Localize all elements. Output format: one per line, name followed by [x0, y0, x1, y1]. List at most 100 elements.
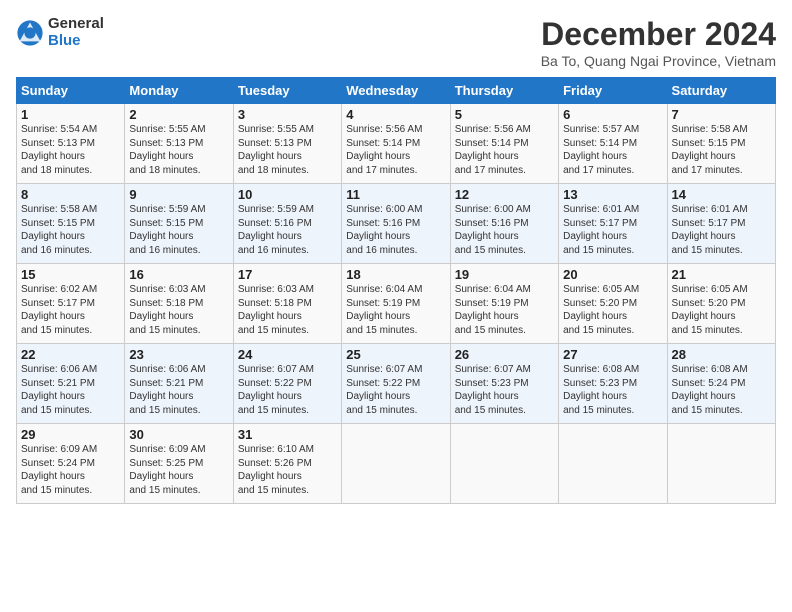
calendar-cell: 18 Sunrise: 6:04 AMSunset: 5:19 PMDaylig… — [342, 264, 450, 344]
page-container: General Blue December 2024 Ba To, Quang … — [0, 0, 792, 512]
day-info: Sunrise: 6:06 AMSunset: 5:21 PMDaylight … — [129, 364, 205, 416]
day-number: 5 — [455, 107, 554, 122]
day-info: Sunrise: 5:58 AMSunset: 5:15 PMDaylight … — [672, 124, 748, 176]
day-number: 12 — [455, 187, 554, 202]
calendar-cell: 7 Sunrise: 5:58 AMSunset: 5:15 PMDayligh… — [667, 104, 775, 184]
day-number: 29 — [21, 427, 120, 442]
day-number: 20 — [563, 267, 662, 282]
header-row: Sunday Monday Tuesday Wednesday Thursday… — [17, 78, 776, 104]
day-number: 1 — [21, 107, 120, 122]
day-number: 6 — [563, 107, 662, 122]
day-number: 2 — [129, 107, 228, 122]
day-number: 19 — [455, 267, 554, 282]
day-info: Sunrise: 6:04 AMSunset: 5:19 PMDaylight … — [455, 284, 531, 336]
day-number: 26 — [455, 347, 554, 362]
logo-icon — [16, 19, 44, 47]
day-info: Sunrise: 6:05 AMSunset: 5:20 PMDaylight … — [672, 284, 748, 336]
day-info: Sunrise: 6:03 AMSunset: 5:18 PMDaylight … — [129, 284, 205, 336]
calendar-cell: 10 Sunrise: 5:59 AMSunset: 5:16 PMDaylig… — [233, 184, 341, 264]
day-info: Sunrise: 6:00 AMSunset: 5:16 PMDaylight … — [455, 204, 531, 256]
day-info: Sunrise: 6:10 AMSunset: 5:26 PMDaylight … — [238, 444, 314, 496]
day-info: Sunrise: 5:56 AMSunset: 5:14 PMDaylight … — [455, 124, 531, 176]
calendar-week-2: 8 Sunrise: 5:58 AMSunset: 5:15 PMDayligh… — [17, 184, 776, 264]
calendar-cell: 5 Sunrise: 5:56 AMSunset: 5:14 PMDayligh… — [450, 104, 558, 184]
day-number: 7 — [672, 107, 771, 122]
col-thursday: Thursday — [450, 78, 558, 104]
day-info: Sunrise: 5:59 AMSunset: 5:16 PMDaylight … — [238, 204, 314, 256]
calendar-cell: 29 Sunrise: 6:09 AMSunset: 5:24 PMDaylig… — [17, 424, 125, 504]
day-info: Sunrise: 5:56 AMSunset: 5:14 PMDaylight … — [346, 124, 422, 176]
month-title: December 2024 — [541, 16, 776, 53]
day-info: Sunrise: 6:05 AMSunset: 5:20 PMDaylight … — [563, 284, 639, 336]
day-info: Sunrise: 6:03 AMSunset: 5:18 PMDaylight … — [238, 284, 314, 336]
day-number: 14 — [672, 187, 771, 202]
day-number: 22 — [21, 347, 120, 362]
header: General Blue December 2024 Ba To, Quang … — [16, 16, 776, 69]
col-saturday: Saturday — [667, 78, 775, 104]
day-info: Sunrise: 6:07 AMSunset: 5:22 PMDaylight … — [238, 364, 314, 416]
day-info: Sunrise: 6:09 AMSunset: 5:25 PMDaylight … — [129, 444, 205, 496]
day-number: 4 — [346, 107, 445, 122]
day-number: 11 — [346, 187, 445, 202]
calendar-week-3: 15 Sunrise: 6:02 AMSunset: 5:17 PMDaylig… — [17, 264, 776, 344]
day-info: Sunrise: 5:55 AMSunset: 5:13 PMDaylight … — [129, 124, 205, 176]
day-number: 31 — [238, 427, 337, 442]
day-number: 25 — [346, 347, 445, 362]
calendar-cell: 25 Sunrise: 6:07 AMSunset: 5:22 PMDaylig… — [342, 344, 450, 424]
calendar-cell: 9 Sunrise: 5:59 AMSunset: 5:15 PMDayligh… — [125, 184, 233, 264]
calendar-cell: 13 Sunrise: 6:01 AMSunset: 5:17 PMDaylig… — [559, 184, 667, 264]
title-block: December 2024 Ba To, Quang Ngai Province… — [541, 16, 776, 69]
day-number: 16 — [129, 267, 228, 282]
day-number: 13 — [563, 187, 662, 202]
day-number: 21 — [672, 267, 771, 282]
day-number: 17 — [238, 267, 337, 282]
calendar-cell: 20 Sunrise: 6:05 AMSunset: 5:20 PMDaylig… — [559, 264, 667, 344]
calendar-week-4: 22 Sunrise: 6:06 AMSunset: 5:21 PMDaylig… — [17, 344, 776, 424]
calendar-cell: 21 Sunrise: 6:05 AMSunset: 5:20 PMDaylig… — [667, 264, 775, 344]
logo-general: General — [48, 16, 104, 33]
calendar-cell: 28 Sunrise: 6:08 AMSunset: 5:24 PMDaylig… — [667, 344, 775, 424]
calendar-cell: 17 Sunrise: 6:03 AMSunset: 5:18 PMDaylig… — [233, 264, 341, 344]
day-number: 10 — [238, 187, 337, 202]
calendar-cell — [559, 424, 667, 504]
day-info: Sunrise: 5:55 AMSunset: 5:13 PMDaylight … — [238, 124, 314, 176]
day-number: 23 — [129, 347, 228, 362]
logo: General Blue — [16, 16, 104, 49]
day-info: Sunrise: 5:59 AMSunset: 5:15 PMDaylight … — [129, 204, 205, 256]
calendar-table: Sunday Monday Tuesday Wednesday Thursday… — [16, 77, 776, 504]
day-info: Sunrise: 6:07 AMSunset: 5:23 PMDaylight … — [455, 364, 531, 416]
day-info: Sunrise: 6:06 AMSunset: 5:21 PMDaylight … — [21, 364, 97, 416]
calendar-week-1: 1 Sunrise: 5:54 AMSunset: 5:13 PMDayligh… — [17, 104, 776, 184]
day-number: 27 — [563, 347, 662, 362]
day-number: 3 — [238, 107, 337, 122]
logo-blue: Blue — [48, 33, 104, 50]
calendar-cell: 12 Sunrise: 6:00 AMSunset: 5:16 PMDaylig… — [450, 184, 558, 264]
calendar-cell: 11 Sunrise: 6:00 AMSunset: 5:16 PMDaylig… — [342, 184, 450, 264]
calendar-cell: 22 Sunrise: 6:06 AMSunset: 5:21 PMDaylig… — [17, 344, 125, 424]
calendar-cell: 16 Sunrise: 6:03 AMSunset: 5:18 PMDaylig… — [125, 264, 233, 344]
day-number: 18 — [346, 267, 445, 282]
day-number: 24 — [238, 347, 337, 362]
calendar-cell: 24 Sunrise: 6:07 AMSunset: 5:22 PMDaylig… — [233, 344, 341, 424]
day-number: 9 — [129, 187, 228, 202]
logo-text: General Blue — [48, 16, 104, 49]
day-info: Sunrise: 6:07 AMSunset: 5:22 PMDaylight … — [346, 364, 422, 416]
calendar-cell: 4 Sunrise: 5:56 AMSunset: 5:14 PMDayligh… — [342, 104, 450, 184]
calendar-cell: 14 Sunrise: 6:01 AMSunset: 5:17 PMDaylig… — [667, 184, 775, 264]
day-info: Sunrise: 6:08 AMSunset: 5:23 PMDaylight … — [563, 364, 639, 416]
calendar-cell: 19 Sunrise: 6:04 AMSunset: 5:19 PMDaylig… — [450, 264, 558, 344]
day-info: Sunrise: 6:01 AMSunset: 5:17 PMDaylight … — [563, 204, 639, 256]
day-number: 28 — [672, 347, 771, 362]
calendar-cell: 3 Sunrise: 5:55 AMSunset: 5:13 PMDayligh… — [233, 104, 341, 184]
day-info: Sunrise: 6:04 AMSunset: 5:19 PMDaylight … — [346, 284, 422, 336]
day-info: Sunrise: 5:54 AMSunset: 5:13 PMDaylight … — [21, 124, 97, 176]
calendar-cell: 15 Sunrise: 6:02 AMSunset: 5:17 PMDaylig… — [17, 264, 125, 344]
calendar-cell — [667, 424, 775, 504]
col-monday: Monday — [125, 78, 233, 104]
day-number: 15 — [21, 267, 120, 282]
day-info: Sunrise: 5:58 AMSunset: 5:15 PMDaylight … — [21, 204, 97, 256]
col-tuesday: Tuesday — [233, 78, 341, 104]
col-sunday: Sunday — [17, 78, 125, 104]
day-info: Sunrise: 6:00 AMSunset: 5:16 PMDaylight … — [346, 204, 422, 256]
day-info: Sunrise: 6:01 AMSunset: 5:17 PMDaylight … — [672, 204, 748, 256]
